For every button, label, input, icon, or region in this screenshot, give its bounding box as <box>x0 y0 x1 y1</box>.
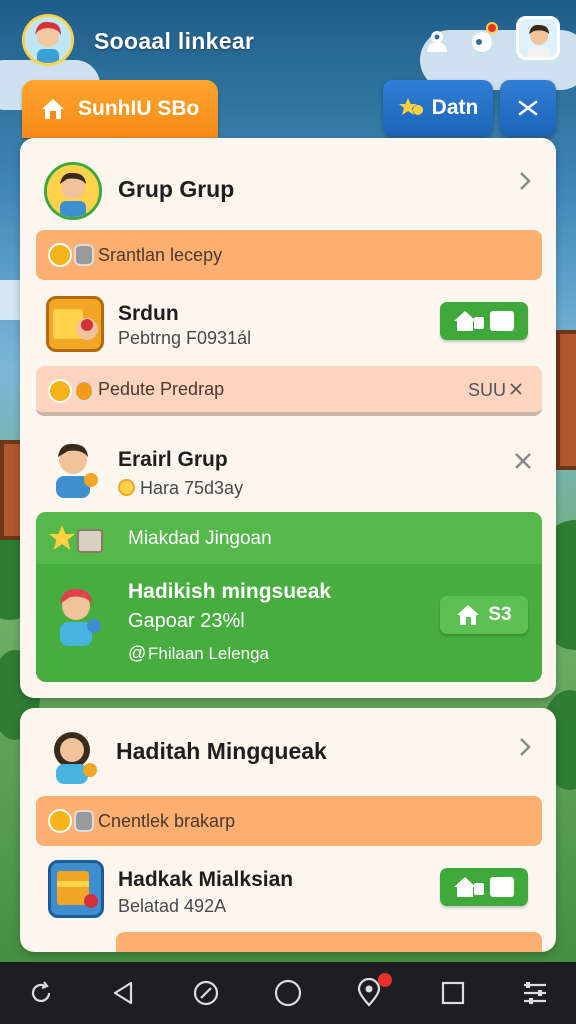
app-title: Sooaal linkear <box>94 28 255 54</box>
jar-icon <box>74 810 94 832</box>
group-avatar <box>44 162 102 220</box>
app-header: Sooaal linkear <box>0 0 576 80</box>
reward-character-avatar <box>50 580 108 648</box>
star-cluster-icon <box>398 96 426 120</box>
pin-alert-badge <box>378 973 393 987</box>
house-icon <box>454 875 484 899</box>
share-icon <box>516 96 540 120</box>
reward-name: Hadikish mingsueak <box>128 580 332 603</box>
reward-footer: Fhilaan Lelenga <box>148 644 269 663</box>
home-tab-label: SunhIU SBo <box>78 97 200 120</box>
status-strip[interactable]: Srantlan lecepy <box>36 230 542 280</box>
member-avatar <box>46 436 104 498</box>
group2-title: Erairl Grup <box>118 448 228 471</box>
home-circle-icon[interactable] <box>268 973 308 1013</box>
coin-small-icon <box>118 479 135 496</box>
close-small-icon[interactable] <box>508 380 524 398</box>
weekly-item-subtitle: Belatad 492A <box>118 896 227 916</box>
next-strip-peek <box>116 932 542 952</box>
group-panel: Grup Grup Srantlan lecepy Srdun Pebtrng … <box>20 138 556 698</box>
house-icon <box>456 603 482 627</box>
weekly-avatar <box>44 724 102 784</box>
at-icon: @ <box>128 643 147 663</box>
gift-box-icon <box>48 860 104 918</box>
weekly-item-name: Hadkak Mialksian <box>118 868 294 891</box>
treasure-chest-icon <box>46 296 104 352</box>
weekly-status-strip[interactable]: Cnentlek brakarp <box>36 796 542 846</box>
claim-icon <box>490 877 514 897</box>
product-strip-label: Pedute Predrap <box>98 378 225 399</box>
share-button[interactable] <box>500 80 556 136</box>
product-strip-value: SUU <box>467 380 506 400</box>
check-badge-icon <box>48 809 72 833</box>
house-icon <box>454 309 484 333</box>
friend-avatar[interactable] <box>516 16 560 60</box>
jar-icon <box>74 244 94 266</box>
weekly-reward-card-header: Miakdad Jingoan <box>36 512 542 564</box>
reward-claim-button[interactable]: S3 <box>440 596 528 634</box>
home-tab[interactable]: SunhIU SBo <box>22 80 218 138</box>
item-subtitle: Pebtrng F0931ál <box>118 328 252 348</box>
weekly-status-label: Cnentlek brakarp <box>98 810 236 831</box>
chevron-right-icon[interactable] <box>514 170 536 192</box>
weekly-panel: Haditah Mingqueak Cnentlek brakarp Hadka… <box>20 708 556 952</box>
notification-icon[interactable] <box>466 22 500 58</box>
check-badge-icon <box>48 243 72 267</box>
group-title: Grup Grup <box>118 176 235 202</box>
reward-progress: Gapoar 23%l <box>128 610 245 632</box>
gauge-icon[interactable] <box>186 973 226 1013</box>
location-pin-icon[interactable] <box>350 973 393 1013</box>
product-strip[interactable]: Pedute Predrap SUU <box>36 366 542 416</box>
back-icon[interactable] <box>103 973 143 1013</box>
weekly-reward-card-heading: Miakdad Jingoan <box>128 528 272 549</box>
menu-icon[interactable] <box>515 973 555 1013</box>
community-icon[interactable] <box>420 24 454 58</box>
claim-icon <box>490 311 514 331</box>
recent-apps-icon[interactable] <box>433 973 473 1013</box>
coin-icon <box>74 380 94 402</box>
claim-button[interactable] <box>440 302 528 340</box>
item-name: Srdun <box>118 302 179 325</box>
weekly-reward-card[interactable]: Miakdad Jingoan Hadikish mingsueak Gapoa… <box>36 512 542 682</box>
weekly-claim-button[interactable] <box>440 868 528 906</box>
refresh-icon[interactable] <box>21 973 61 1013</box>
data-button[interactable]: Datn <box>383 80 493 136</box>
profile-avatar[interactable] <box>22 14 74 66</box>
weekly-title: Haditah Mingqueak <box>116 738 327 764</box>
data-button-label: Datn <box>431 96 479 119</box>
close-icon[interactable] <box>512 450 534 472</box>
star-icon <box>48 379 72 403</box>
chevron-right-icon[interactable] <box>514 736 536 758</box>
home-icon <box>40 97 66 121</box>
notification-badge <box>486 22 498 34</box>
bottom-navigation-bar <box>0 962 576 1024</box>
reward-claim-label: S3 <box>488 604 512 625</box>
group2-subtitle: Hara 75d3ay <box>140 478 244 498</box>
star-basket-icon <box>48 524 104 554</box>
status-strip-label: Srantlan lecepy <box>98 244 223 265</box>
